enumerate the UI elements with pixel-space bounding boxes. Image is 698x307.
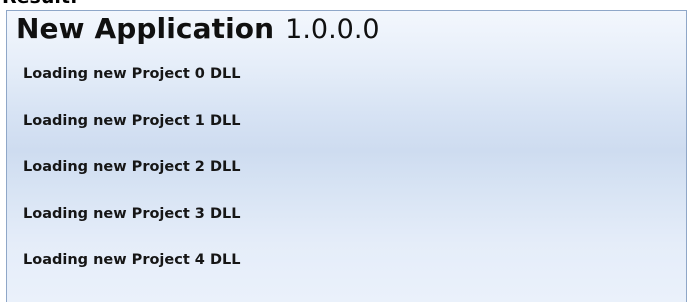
app-header: New Application 1.0.0.0	[16, 12, 380, 52]
loading-message: Loading new Project 3 DLL	[23, 205, 241, 222]
app-name: New Application	[16, 12, 275, 45]
loading-message: Loading new Project 0 DLL	[23, 66, 241, 82]
loading-message: Loading new Project 2 DLL	[23, 159, 241, 175]
loading-list: Loading new Project 0 DLL Loading new Pr…	[23, 66, 241, 307]
app-version: 1.0.0.0	[285, 14, 380, 45]
list-item: Loading new Project 4 DLL	[23, 252, 240, 307]
loading-message: Loading new Project 1 DLL	[23, 112, 241, 129]
loading-message: Loading new Project 4 DLL	[23, 252, 241, 268]
application-window: New Application 1.0.0.0 Loading new Proj…	[6, 10, 687, 302]
result-caption: Result:	[2, 0, 78, 10]
